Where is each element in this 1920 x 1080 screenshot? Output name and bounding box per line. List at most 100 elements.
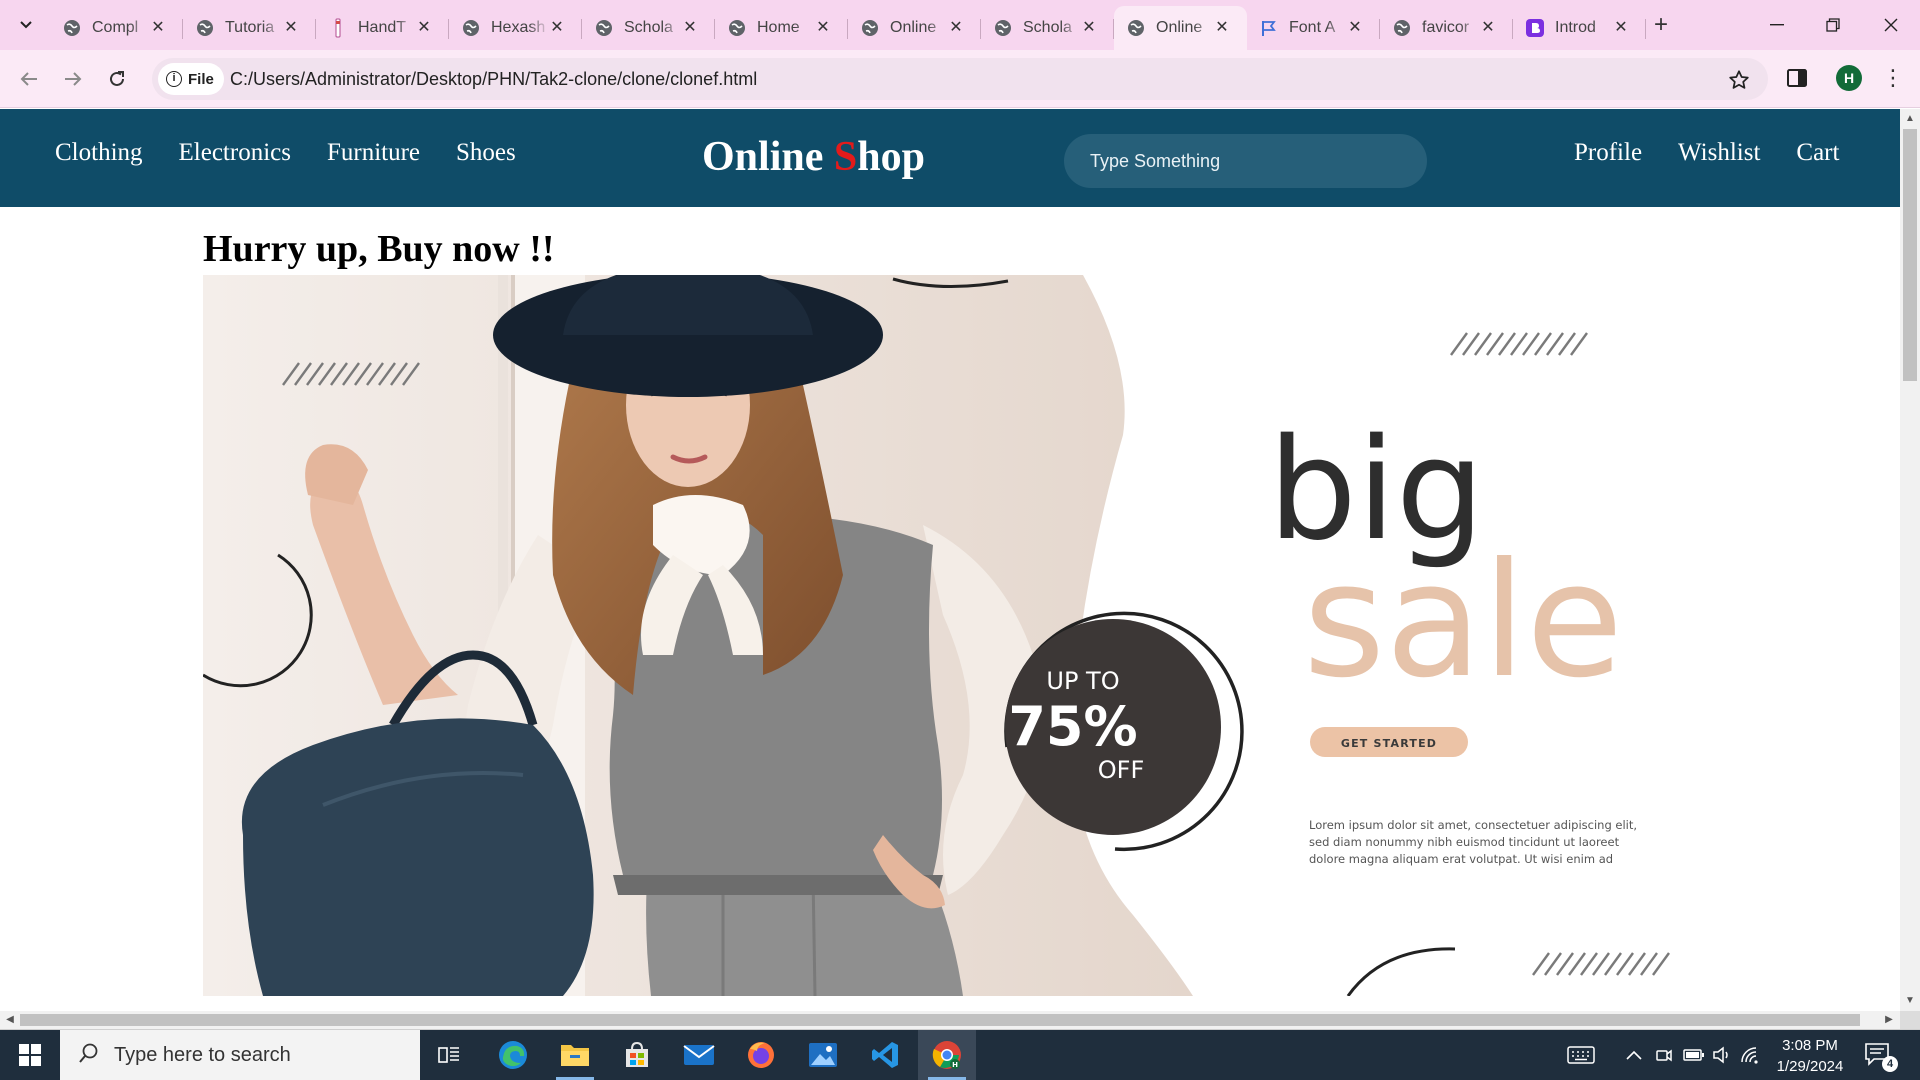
globe-icon <box>461 18 481 38</box>
horizontal-scrollbar[interactable]: ◀ ▶ <box>0 1011 1900 1029</box>
tab-close-icon[interactable]: ✕ <box>149 19 167 37</box>
photos-icon[interactable] <box>794 1030 852 1080</box>
page-viewport: Clothing Electronics Furniture Shoes Onl… <box>0 109 1900 1011</box>
browser-tab[interactable]: favicor ✕ <box>1380 6 1513 50</box>
restore-icon[interactable] <box>1808 8 1858 42</box>
microsoft-store-icon[interactable] <box>608 1030 666 1080</box>
nav-link-profile[interactable]: Profile <box>1574 139 1642 167</box>
url-text[interactable]: C:/Users/Administrator/Desktop/PHN/Tak2-… <box>230 69 757 90</box>
browser-tab[interactable]: HandT ✕ <box>316 6 449 50</box>
horizontal-scroll-thumb[interactable] <box>20 1014 1860 1026</box>
browser-tab[interactable]: Online ✕ <box>848 6 981 50</box>
globe-icon <box>1392 18 1412 38</box>
browser-tab-strip: Compl ✕ Tutoria ✕ HandT ✕ Hexash ✕ Schol… <box>0 0 1920 50</box>
site-logo[interactable]: Online Shop <box>702 133 925 181</box>
tab-close-icon[interactable]: ✕ <box>1612 19 1630 37</box>
browser-tab[interactable]: Schola ✕ <box>981 6 1114 50</box>
tab-close-icon[interactable]: ✕ <box>681 19 699 37</box>
tab-close-icon[interactable]: ✕ <box>1479 19 1497 37</box>
tab-close-icon[interactable]: ✕ <box>814 19 832 37</box>
notification-center-icon[interactable]: 4 <box>1864 1042 1898 1072</box>
tab-close-icon[interactable]: ✕ <box>282 19 300 37</box>
tab-close-icon[interactable]: ✕ <box>1346 19 1364 37</box>
mail-icon[interactable] <box>670 1030 728 1080</box>
tab-close-icon[interactable]: ✕ <box>548 19 566 37</box>
file-explorer-icon[interactable] <box>546 1030 604 1080</box>
side-panel-icon[interactable] <box>1786 67 1816 93</box>
wifi-icon[interactable] <box>1738 1044 1762 1066</box>
browser-tab[interactable]: Hexash ✕ <box>449 6 582 50</box>
keyboard-icon[interactable] <box>1566 1044 1596 1066</box>
scroll-right-arrow-icon[interactable]: ▶ <box>1884 1015 1894 1025</box>
browser-tab-active[interactable]: Online ✕ <box>1114 6 1247 50</box>
firefox-icon[interactable] <box>732 1030 790 1080</box>
battery-icon[interactable] <box>1682 1044 1706 1066</box>
bookmark-star-icon[interactable] <box>1726 67 1752 93</box>
tab-title: Schola <box>1023 19 1072 36</box>
taskbar-search-placeholder: Type here to search <box>114 1043 291 1066</box>
taskbar-clock[interactable]: 3:08 PM 1/29/2024 <box>1766 1035 1854 1077</box>
browser-tab[interactable]: Introd ✕ <box>1513 6 1646 50</box>
scroll-up-arrow-icon[interactable]: ▲ <box>1905 114 1915 124</box>
reload-icon[interactable] <box>102 64 132 94</box>
vertical-scroll-thumb[interactable] <box>1903 129 1917 381</box>
windows-start-icon[interactable] <box>0 1030 60 1080</box>
task-view-icon[interactable] <box>420 1030 478 1080</box>
sale-banner-artwork: UP TO 75% OFF big sale GET STARTED Lorem… <box>203 275 1670 996</box>
forward-arrow-icon[interactable] <box>58 64 88 94</box>
banner-body-line: dolore magna aliquam erat volutpat. Ut w… <box>1309 852 1613 866</box>
edge-browser-icon[interactable] <box>484 1030 542 1080</box>
meet-now-icon[interactable] <box>1652 1044 1676 1066</box>
category-links: Clothing Electronics Furniture Shoes <box>55 139 516 167</box>
notification-count-badge: 4 <box>1882 1056 1898 1072</box>
new-tab-plus-icon[interactable]: + <box>1647 12 1675 40</box>
tab-title: favicor <box>1422 19 1470 36</box>
logo-text-accent: S <box>833 134 858 180</box>
browser-tab[interactable]: Schola ✕ <box>582 6 715 50</box>
vscode-icon[interactable] <box>856 1030 914 1080</box>
browser-tab[interactable]: Home ✕ <box>715 6 848 50</box>
nav-link-electronics[interactable]: Electronics <box>179 139 291 167</box>
screen: Compl ✕ Tutoria ✕ HandT ✕ Hexash ✕ Schol… <box>0 0 1920 1080</box>
tab-title: Home <box>757 19 800 36</box>
tab-close-icon[interactable]: ✕ <box>1080 19 1098 37</box>
page-heading: Hurry up, Buy now !! <box>203 228 555 270</box>
vertical-scrollbar[interactable]: ▲ ▼ <box>1900 109 1920 1011</box>
address-bar[interactable]: i File C:/Users/Administrator/Desktop/PH… <box>152 58 1768 100</box>
browser-tab[interactable]: Font A ✕ <box>1247 6 1380 50</box>
tab-title: Hexash <box>491 19 546 36</box>
nav-link-cart[interactable]: Cart <box>1796 139 1839 167</box>
chevron-up-icon[interactable] <box>1622 1044 1646 1066</box>
tab-close-icon[interactable]: ✕ <box>415 19 433 37</box>
tab-close-icon[interactable]: ✕ <box>1213 19 1231 37</box>
windows-taskbar: Type here to search H 3:08 PM 1/29/2024 … <box>0 1030 1920 1080</box>
globe-icon <box>62 18 82 38</box>
tab-close-icon[interactable]: ✕ <box>947 19 965 37</box>
site-search-input[interactable] <box>1064 134 1427 188</box>
tab-title: Online <box>890 19 937 36</box>
back-arrow-icon[interactable] <box>14 64 44 94</box>
close-window-icon[interactable] <box>1866 8 1916 42</box>
nav-link-furniture[interactable]: Furniture <box>327 139 420 167</box>
chrome-icon[interactable]: H <box>918 1030 976 1080</box>
badge-bottom-text: OFF <box>1098 756 1145 784</box>
nav-link-shoes[interactable]: Shoes <box>456 139 516 167</box>
profile-avatar[interactable]: H <box>1836 65 1862 91</box>
minimize-icon[interactable] <box>1752 8 1802 42</box>
volume-icon[interactable] <box>1710 1044 1734 1066</box>
nav-link-clothing[interactable]: Clothing <box>55 139 143 167</box>
browser-tab[interactable]: Compl ✕ <box>50 6 183 50</box>
tab-title: Compl <box>92 19 139 36</box>
browser-menu-icon[interactable]: ⋮ <box>1880 65 1906 93</box>
sale-banner[interactable]: UP TO 75% OFF big sale GET STARTED Lorem… <box>203 275 1699 996</box>
nav-link-wishlist[interactable]: Wishlist <box>1678 139 1760 167</box>
site-info-chip[interactable]: i File <box>158 63 224 95</box>
tab-search-chevron-icon[interactable] <box>14 13 38 37</box>
banner-body-line: Lorem ipsum dolor sit amet, consectetuer… <box>1309 818 1637 832</box>
scroll-down-arrow-icon[interactable]: ▼ <box>1905 996 1915 1006</box>
browser-tab[interactable]: Tutoria ✕ <box>183 6 316 50</box>
taskbar-search-box[interactable]: Type here to search <box>60 1030 420 1080</box>
bootstrap-icon <box>1525 18 1545 38</box>
globe-icon <box>860 18 880 38</box>
scroll-left-arrow-icon[interactable]: ◀ <box>5 1015 15 1025</box>
